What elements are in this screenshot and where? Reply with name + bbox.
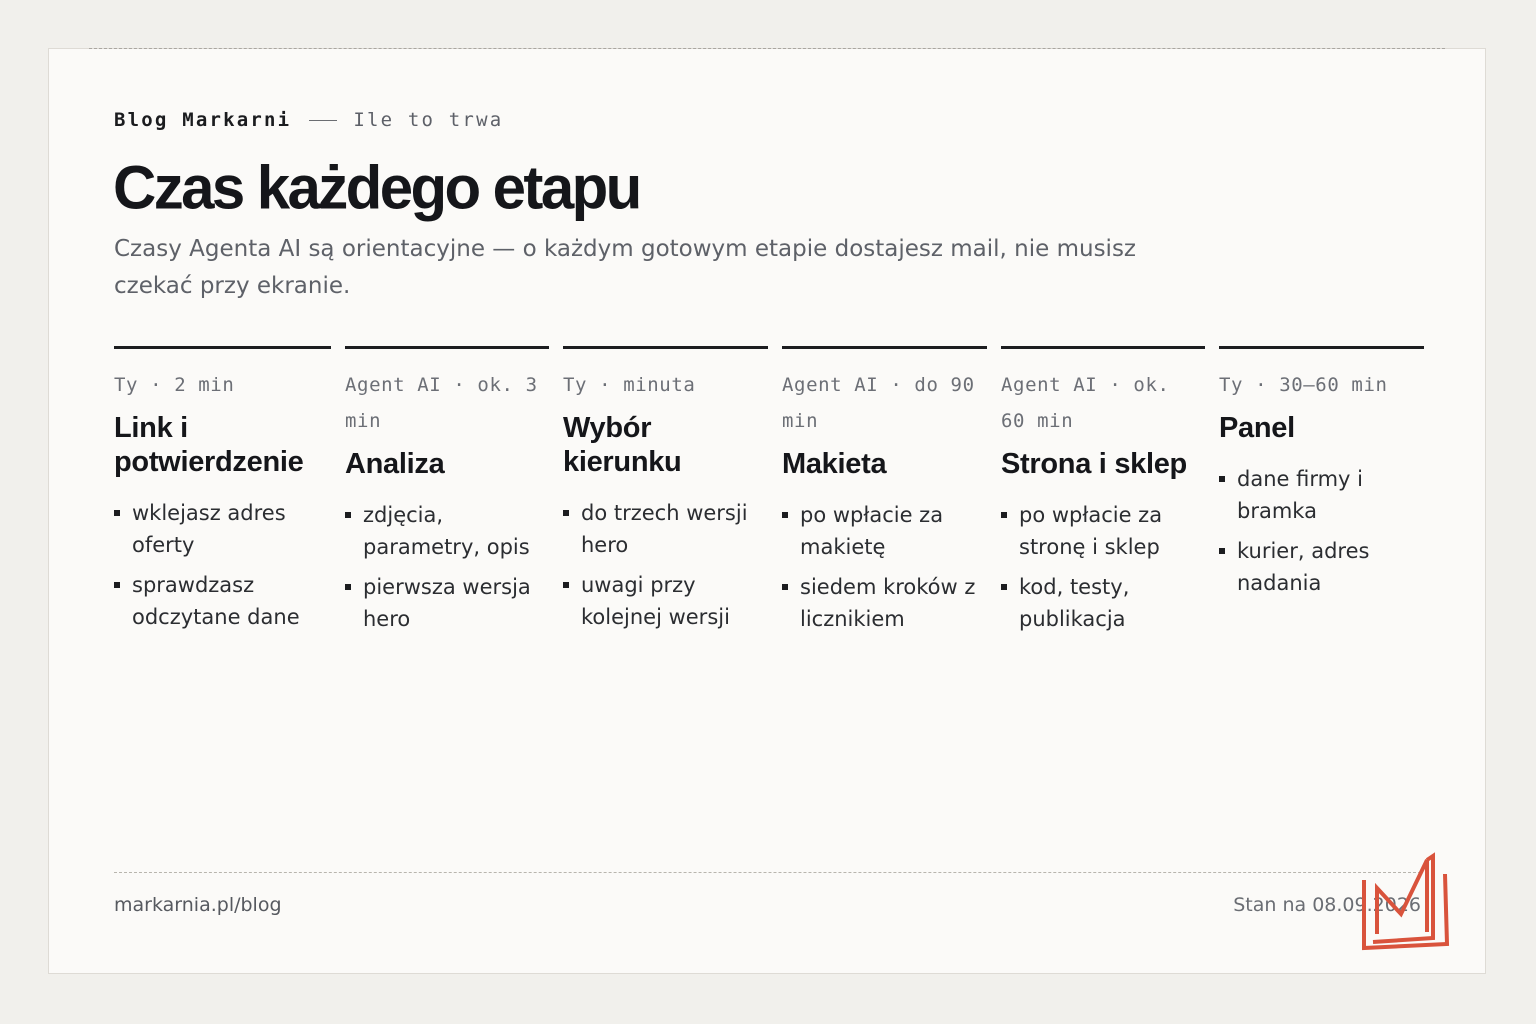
stage-column: Agent AI · ok. 60 min Strona i sklep po … <box>1001 346 1219 643</box>
list-item: do trzech wersji hero <box>563 497 768 561</box>
list-item: sprawdzasz odczytane dane <box>114 569 331 633</box>
bullet-square-icon <box>563 510 569 516</box>
stage-rule <box>1001 346 1205 349</box>
stage-column: Agent AI · ok. 3 min Analiza zdjęcia, pa… <box>345 346 563 643</box>
stage-rule <box>345 346 549 349</box>
markarnia-m-logo-icon <box>1361 852 1453 956</box>
stage-title: Strona i sklep <box>1001 448 1187 480</box>
list-item: siedem kroków z licznikiem <box>782 571 987 635</box>
bullet-square-icon <box>563 582 569 588</box>
bullet-square-icon <box>1219 476 1225 482</box>
section-label: Ile to trwa <box>353 109 504 131</box>
stages-row: Ty · 2 min Link i potwierdzenie wklejasz… <box>114 346 1424 643</box>
top-dashed-rule <box>89 48 1445 49</box>
eyebrow-dash <box>309 119 338 121</box>
bullet-square-icon <box>1219 548 1225 554</box>
stage-bullets: dane firmy i bramka kurier, adres nadani… <box>1219 463 1424 599</box>
stage-title: Link i potwierdzenie <box>114 412 304 478</box>
stage-title: Wybór kierunku <box>563 412 682 478</box>
stage-bullets: po wpłacie za stronę i sklep kod, testy,… <box>1001 499 1205 635</box>
bullet-square-icon <box>782 512 788 518</box>
stage-meta: Ty · 2 min <box>114 374 235 396</box>
stage-rule <box>1219 346 1424 349</box>
page-title: Czas każdego etapu <box>113 153 642 222</box>
stage-meta: Agent AI · ok. 60 min <box>1001 374 1170 432</box>
bullet-square-icon <box>114 510 120 516</box>
bullet-square-icon <box>782 584 788 590</box>
stage-title: Analiza <box>345 448 445 480</box>
blog-brand: Blog Markarni <box>114 109 292 131</box>
list-item: kurier, adres nadania <box>1219 535 1424 599</box>
stage-meta: Agent AI · do 90 min <box>782 374 975 432</box>
footer-url: markarnia.pl/blog <box>114 894 282 916</box>
stage-title: Makieta <box>782 448 887 480</box>
stage-bullets: zdjęcia, parametry, opis pierwsza wersja… <box>345 499 549 635</box>
bottom-dashed-rule <box>114 872 1421 873</box>
page-subtitle: Czasy Agenta AI są orientacyjne — o każd… <box>114 236 1137 299</box>
list-item: uwagi przy kolejnej wersji <box>563 569 768 633</box>
bullet-square-icon <box>345 512 351 518</box>
stage-meta: Agent AI · ok. 3 min <box>345 374 538 432</box>
bullet-square-icon <box>345 584 351 590</box>
stage-rule <box>563 346 768 349</box>
stage-bullets: po wpłacie za makietę siedem kroków z li… <box>782 499 987 635</box>
stage-column: Agent AI · do 90 min Makieta po wpłacie … <box>782 346 1001 643</box>
eyebrow: Blog Markarni Ile to trwa <box>114 109 503 131</box>
stage-bullets: wklejasz adres oferty sprawdzasz odczyta… <box>114 497 331 633</box>
stage-meta: Ty · minuta <box>563 374 696 396</box>
content-card: Blog Markarni Ile to trwa Czas każdego e… <box>48 48 1486 974</box>
stage-column: Ty · minuta Wybór kierunku do trzech wer… <box>563 346 782 643</box>
stage-title: Panel <box>1219 412 1295 444</box>
stage-meta: Ty · 30–60 min <box>1219 374 1388 396</box>
list-item: po wpłacie za makietę <box>782 499 987 563</box>
stage-column: Ty · 2 min Link i potwierdzenie wklejasz… <box>114 346 345 643</box>
list-item: kod, testy, publikacja <box>1001 571 1205 635</box>
stage-rule <box>114 346 331 349</box>
stage-rule <box>782 346 987 349</box>
list-item: zdjęcia, parametry, opis <box>345 499 549 563</box>
bullet-square-icon <box>114 582 120 588</box>
bullet-square-icon <box>1001 512 1007 518</box>
list-item: pierwsza wersja hero <box>345 571 549 635</box>
stage-column: Ty · 30–60 min Panel dane firmy i bramka… <box>1219 346 1424 643</box>
list-item: dane firmy i bramka <box>1219 463 1424 527</box>
bullet-square-icon <box>1001 584 1007 590</box>
list-item: po wpłacie za stronę i sklep <box>1001 499 1205 563</box>
list-item: wklejasz adres oferty <box>114 497 331 561</box>
stage-bullets: do trzech wersji hero uwagi przy kolejne… <box>563 497 768 633</box>
